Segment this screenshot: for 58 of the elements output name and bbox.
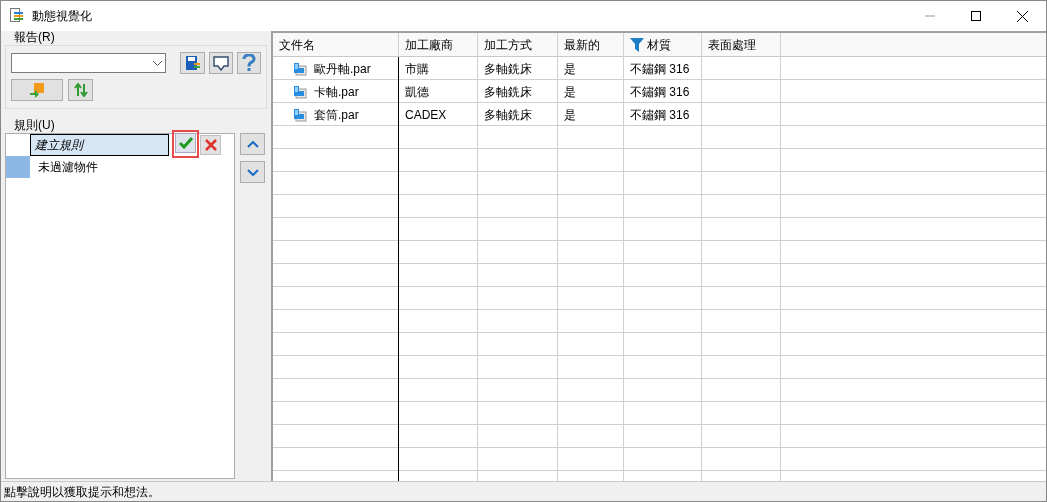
table-cell: 不鏽鋼 316 [624,103,702,126]
column-header[interactable]: 加工方式 [478,33,558,57]
table-cell: 多軸銑床 [478,80,558,103]
part-icon [293,84,307,99]
table-cell: 是 [558,80,624,103]
column-label: 加工廠商 [405,37,453,54]
close-icon [204,139,217,151]
move-up-button[interactable] [240,133,265,155]
column-header[interactable]: 文件名 [273,33,399,57]
table-cell: CADEX [399,103,478,126]
column-header[interactable]: 表面處理 [702,33,781,57]
confirm-button[interactable] [175,133,196,153]
disk-icon [184,55,201,71]
table-cell: 多軸銑床 [478,57,558,80]
table-cell: 是 [558,103,624,126]
column-label: 最新的 [564,37,600,54]
save-button[interactable] [180,52,205,74]
chevron-up-icon [246,140,259,148]
refresh-button[interactable] [68,79,93,101]
rule-name-field[interactable]: 建立規則 [30,134,169,156]
status-text: 點擊說明以獲取提示和想法。 [4,483,160,501]
table-cell: 凱德 [399,80,478,103]
question-icon [241,54,256,72]
chevron-down-icon [246,168,259,176]
part-icon [293,107,307,122]
cube-arrow-icon [29,82,45,98]
rule-item[interactable]: 未過濾物件 [38,158,98,176]
cancel-button[interactable] [200,135,221,155]
table-cell: 套筒.par [273,103,399,126]
apply-button[interactable] [11,79,63,101]
maximize-icon[interactable] [971,11,981,21]
table-cell: 是 [558,57,624,80]
rules-label: 規則(U) [14,118,56,132]
check-icon [178,137,193,149]
table-cell: 不鏽鋼 316 [624,80,702,103]
part-icon [293,61,307,76]
window-title: 動態視覺化 [32,8,92,25]
table-cell: 卡軸.par [273,80,399,103]
column-label: 文件名 [279,37,315,54]
table-cell: 歐丹軸.par [273,57,399,80]
column-header[interactable]: 材質 [624,33,702,57]
table-cell: 市購 [399,57,478,80]
table-cell: 多軸銑床 [478,103,558,126]
column-label: 表面處理 [708,37,756,54]
chevron-icon [153,60,163,66]
column-header[interactable]: 加工廠商 [399,33,478,57]
column-label: 材質 [647,37,671,54]
table-cell: 不鏽鋼 316 [624,57,702,80]
column-header[interactable]: 最新的 [558,33,624,57]
column-label: 加工方式 [484,37,532,54]
download-button[interactable] [208,52,233,74]
close-icon[interactable] [1017,10,1028,22]
help-button[interactable] [236,52,261,74]
report-label: 報告(R) [14,30,56,44]
report-dropdown[interactable] [11,53,167,73]
refresh-icon [73,83,88,97]
move-down-button[interactable] [240,161,265,183]
app-icon [10,8,24,24]
